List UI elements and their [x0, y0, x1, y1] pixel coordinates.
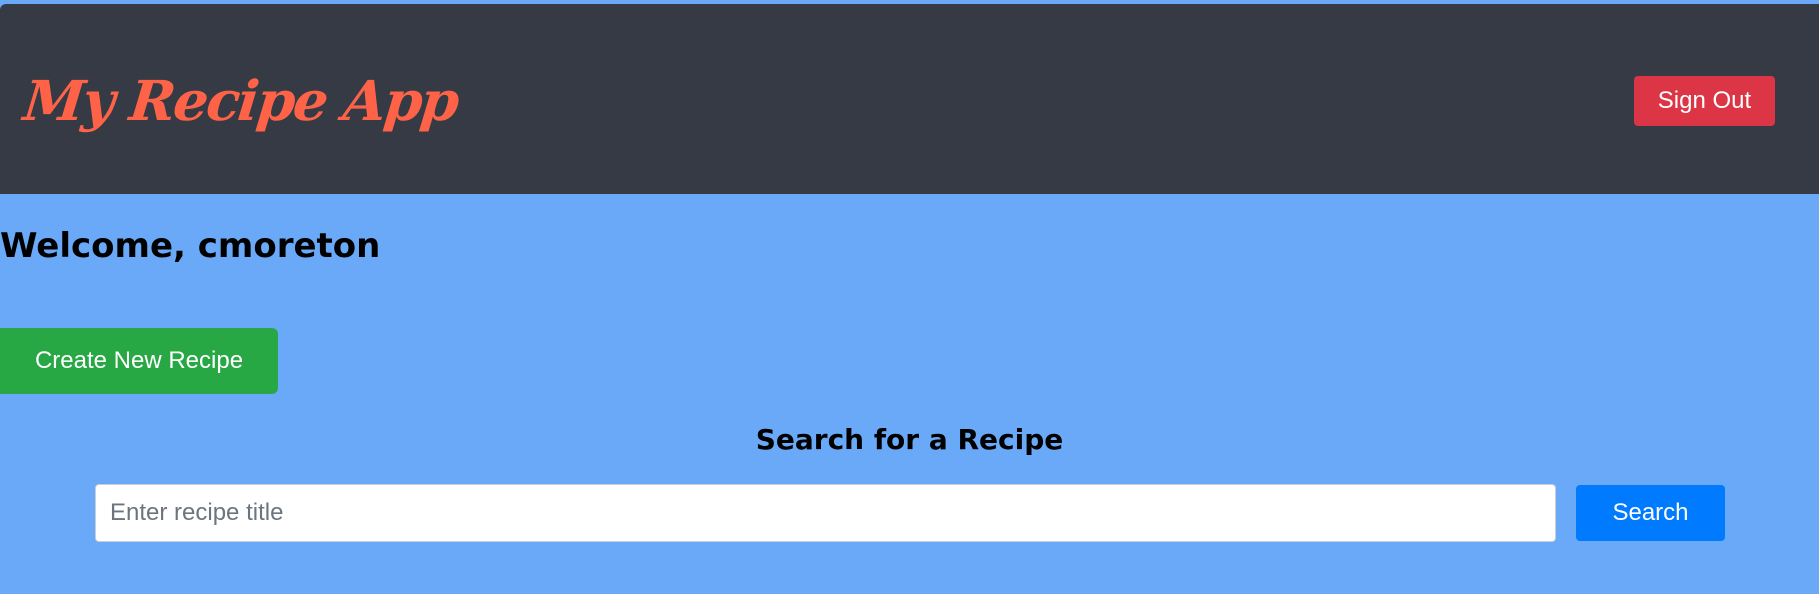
welcome-heading: Welcome, cmoreton — [0, 226, 381, 266]
search-button[interactable]: Search — [1576, 485, 1725, 541]
app-header: My Recipe App Sign Out — [0, 4, 1819, 194]
sign-out-button[interactable]: Sign Out — [1634, 76, 1775, 126]
app-title: My Recipe App — [20, 68, 461, 133]
recipe-search-input[interactable] — [95, 484, 1556, 542]
app-root: My Recipe App Sign Out Welcome, cmoreton… — [0, 0, 1819, 594]
create-new-recipe-button[interactable]: Create New Recipe — [0, 328, 278, 394]
search-section: Search for a Recipe Search — [0, 412, 1819, 572]
search-heading: Search for a Recipe — [755, 423, 1064, 456]
